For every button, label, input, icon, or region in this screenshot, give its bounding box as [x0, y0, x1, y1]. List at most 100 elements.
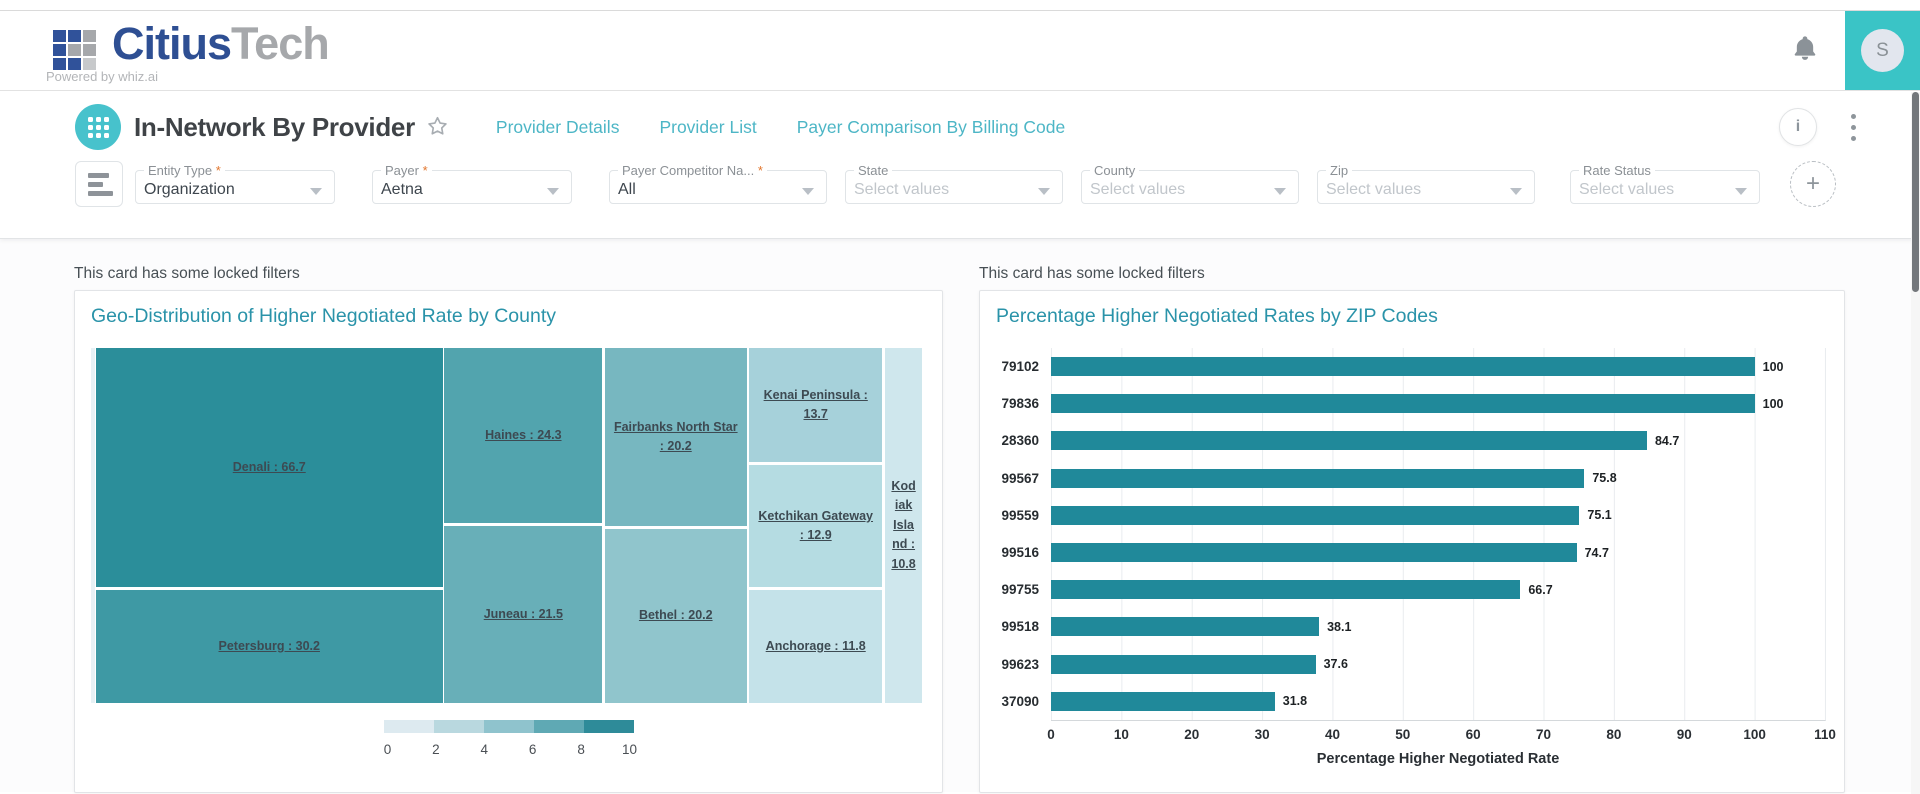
bar-row: 75.8 — [1051, 460, 1825, 497]
filter-value: Select values — [1090, 181, 1186, 198]
treemap-cell-label: Kodiak Island : 10.8 — [891, 479, 916, 571]
bar-chart-x-ticks: 0 10 20 30 40 50 60 70 80 90 100 110 — [1047, 726, 1836, 745]
bar-99755[interactable] — [1051, 580, 1521, 600]
filter-state[interactable]: State Select values — [845, 164, 1063, 204]
bar-99518[interactable] — [1051, 617, 1320, 637]
treemap-cell-petersburg[interactable]: Petersburg : 30.2 — [95, 590, 443, 703]
chevron-down-icon — [1510, 188, 1522, 195]
treemap-cell-haines[interactable]: Haines : 24.3 — [444, 348, 603, 523]
bar-value-label: 84.7 — [1654, 433, 1680, 448]
x-tick-label: 20 — [1184, 726, 1200, 742]
color-scale-legend — [383, 720, 634, 733]
filter-value: Select values — [1326, 181, 1422, 198]
treemap-cell-juneau[interactable]: Juneau : 21.5 — [444, 525, 603, 703]
tab-provider-details[interactable]: Provider Details — [496, 117, 620, 138]
x-tick-label: 30 — [1254, 726, 1270, 742]
treemap-cell-kodiak-island[interactable]: Kodiak Island : 10.8 — [884, 348, 923, 703]
filter-zip[interactable]: Zip Select values — [1317, 164, 1535, 204]
scrollbar-track[interactable] — [1911, 92, 1920, 794]
dashboard-header: In-Network By Provider Provider Details P… — [0, 91, 1920, 239]
bar-value-label: 75.1 — [1587, 508, 1612, 523]
required-asterisk: * — [212, 163, 221, 178]
bar-99623[interactable] — [1051, 654, 1316, 674]
bar-value-label: 74.7 — [1584, 545, 1609, 560]
bell-icon[interactable] — [1791, 34, 1819, 67]
more-options-button[interactable] — [1847, 110, 1860, 145]
favorite-star-icon[interactable] — [425, 114, 450, 144]
chevron-down-icon — [1038, 188, 1050, 195]
legend-tick: 8 — [577, 742, 585, 757]
bar-category-label: 79836 — [1001, 396, 1039, 412]
filter-value: Select values — [1579, 181, 1675, 198]
info-button[interactable]: i — [1779, 108, 1817, 146]
bar-99516[interactable] — [1051, 543, 1577, 563]
x-tick-label: 50 — [1395, 726, 1411, 742]
bar-chart-y-labels: 79102 79836 28360 99567 99559 99516 99755 99518… — [998, 348, 1051, 721]
treemap-cell-fairbanks-north-star[interactable]: Fairbanks North Star : 20.2 — [604, 348, 747, 526]
treemap-cell-label: Ketchikan Gateway : 12.9 — [758, 508, 874, 543]
bar-value-label: 100 — [1762, 396, 1784, 411]
bar-row: 84.7 — [1051, 422, 1825, 459]
add-filter-button[interactable]: + — [1790, 161, 1836, 207]
treemap-legend: 0 2 4 6 8 10 — [75, 720, 942, 760]
chevron-down-icon — [547, 188, 559, 195]
bar-99567[interactable] — [1051, 468, 1585, 488]
dashboard-grid-icon — [75, 104, 121, 150]
bar-row: 37.6 — [1051, 646, 1825, 683]
x-axis-label: Percentage Higher Negotiated Rate — [1316, 750, 1560, 767]
filter-value: Select values — [854, 181, 950, 198]
treemap-cell-kenai-peninsula[interactable]: Kenai Peninsula : 13.7 — [749, 348, 883, 462]
filter-value: Organization — [144, 181, 235, 198]
bar-category-label: 99516 — [1001, 545, 1039, 561]
treemap-chart: Denali : 66.7 Petersburg : 30.2 Haines : 2… — [91, 348, 924, 703]
bar-row: 100 — [1051, 385, 1825, 422]
tab-payer-comparison-by-billing-code[interactable]: Payer Comparison By Billing Code — [797, 117, 1065, 138]
brand-primary: Citius — [112, 17, 232, 69]
treemap-cell-denali[interactable]: Denali : 66.7 — [95, 348, 443, 587]
treemap-cell-anchorage[interactable]: Anchorage : 11.8 — [749, 590, 883, 703]
filter-rate-status[interactable]: Rate Status Select values — [1570, 164, 1760, 204]
bar-99559[interactable] — [1051, 505, 1580, 525]
filter-payer[interactable]: Payer * Aetna — [372, 164, 572, 204]
required-asterisk: * — [418, 163, 428, 178]
bar-37090[interactable] — [1051, 691, 1275, 711]
bar-category-label: 99623 — [1001, 656, 1039, 672]
bar-chart-card-title: Percentage Higher Negotiated Rates by ZI… — [996, 305, 1438, 327]
filter-label: State — [858, 163, 889, 178]
bar-value-label: 37.6 — [1323, 657, 1348, 672]
filter-county[interactable]: County Select values — [1081, 164, 1299, 204]
brand-secondary: Tech — [231, 17, 330, 69]
filter-fields: Entity Type * Organization Payer * Aetna Pay… — [135, 164, 1760, 204]
bar-category-label: 99755 — [1001, 582, 1039, 598]
page-title: In-Network By Provider — [134, 111, 415, 142]
filter-payer-competitor-na[interactable]: Payer Competitor Na... * All — [609, 164, 827, 204]
treemap-cell-label: Petersburg : 30.2 — [218, 638, 320, 653]
treemap-card: Geo-Distribution of Higher Negotiated Ra… — [74, 290, 943, 793]
filter-value: All — [618, 181, 636, 198]
treemap-cell-bethel[interactable]: Bethel : 20.2 — [604, 529, 747, 703]
bar-28360[interactable] — [1051, 431, 1647, 451]
legend-tick: 6 — [528, 742, 537, 757]
filter-label: Zip — [1330, 163, 1349, 178]
filter-label: Payer * — [385, 163, 428, 178]
filter-entity-type[interactable]: Entity Type * Organization — [135, 164, 335, 204]
filter-label: Payer Competitor Na... * — [622, 163, 763, 178]
scrollbar-thumb[interactable] — [1912, 92, 1919, 292]
user-avatar[interactable]: S — [1845, 11, 1920, 90]
bar-category-label: 28360 — [1001, 433, 1039, 449]
bar-value-label: 75.8 — [1592, 471, 1617, 486]
bar-chart-card: Percentage Higher Negotiated Rates by ZI… — [979, 290, 1845, 793]
treemap-edge-strip — [91, 348, 95, 703]
filter-bar: Entity Type * Organization Payer * Aetna Pay… — [75, 161, 1860, 207]
bar-79836[interactable] — [1051, 394, 1755, 414]
chevron-down-icon — [1735, 188, 1747, 195]
bar-category-label: 99567 — [1001, 470, 1039, 486]
bar-value-label: 100 — [1762, 359, 1784, 374]
x-tick-label: 90 — [1676, 726, 1692, 742]
locked-filters-note: This card has some locked filters — [74, 265, 300, 282]
filter-menu-button[interactable] — [75, 161, 123, 207]
bar-79102[interactable] — [1051, 357, 1755, 377]
tab-provider-list[interactable]: Provider List — [659, 117, 756, 138]
treemap-cell-ketchikan-gateway[interactable]: Ketchikan Gateway : 12.9 — [749, 465, 883, 588]
treemap-cell-label: Kenai Peninsula : 13.7 — [763, 387, 868, 421]
